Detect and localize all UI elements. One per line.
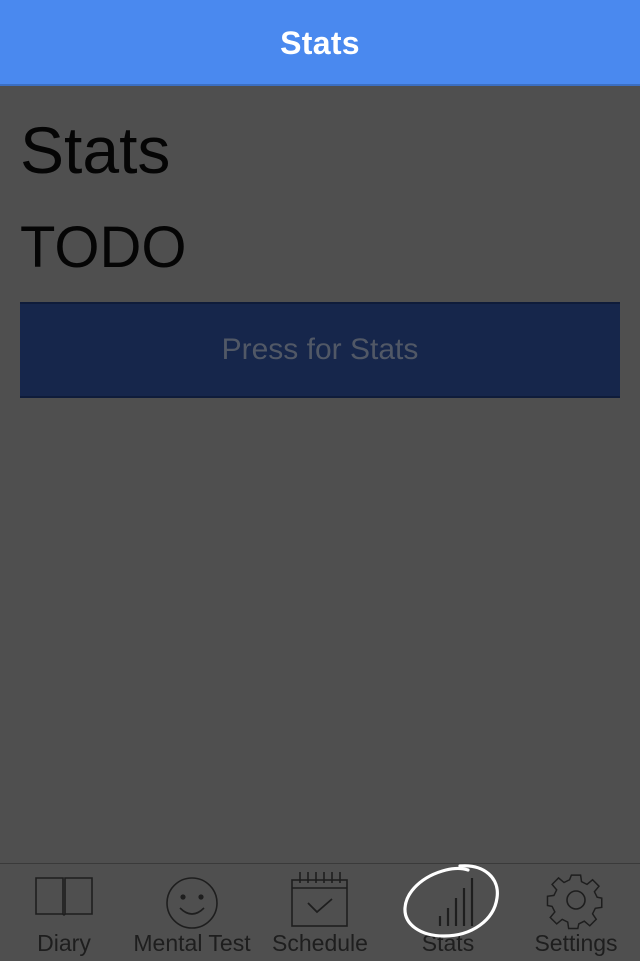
tab-stats[interactable]: Stats xyxy=(384,864,512,961)
tab-label: Diary xyxy=(37,930,91,956)
tab-label: Mental Test xyxy=(133,930,251,956)
smiley-face-icon xyxy=(166,877,218,929)
tab-diary[interactable]: Diary xyxy=(0,864,128,961)
nav-title: Stats xyxy=(280,24,360,61)
bar-chart-icon xyxy=(438,878,474,926)
press-for-stats-label: Press for Stats xyxy=(221,333,419,366)
press-for-stats-button[interactable]: Press for Stats xyxy=(20,302,620,398)
tab-settings[interactable]: Settings xyxy=(512,864,640,961)
tab-mental-test[interactable]: Mental Test xyxy=(128,864,256,961)
gear-icon xyxy=(546,874,603,930)
book-icon xyxy=(35,877,93,916)
tab-label: Stats xyxy=(421,930,475,956)
calendar-check-icon xyxy=(291,872,348,927)
navigation-bar: Stats xyxy=(0,0,640,86)
page-subtitle: TODO xyxy=(20,215,187,280)
tab-label: Schedule xyxy=(272,930,368,956)
tab-schedule[interactable]: Schedule xyxy=(256,864,384,961)
tab-label: Settings xyxy=(534,930,618,956)
page-title: Stats xyxy=(20,113,171,187)
tab-bar: Diary Mental Test Schedule Stats Setting… xyxy=(0,863,640,960)
